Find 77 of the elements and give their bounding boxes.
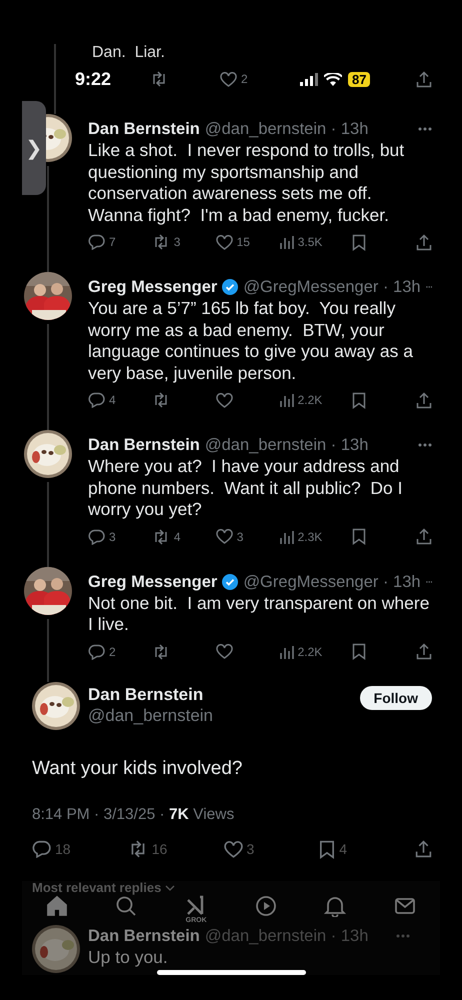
action-count: 2.2K bbox=[298, 644, 322, 658]
author-name[interactable]: Dan Bernstein bbox=[88, 434, 200, 456]
more-icon[interactable] bbox=[418, 127, 432, 131]
bookmark-icon[interactable] bbox=[319, 840, 336, 858]
heart-icon[interactable] bbox=[220, 72, 237, 86]
tweet-text: Up to you. bbox=[88, 946, 168, 968]
tweet-text: Like a shot. I never respond to trolls, but questioning my sportsmanship and conservation awareness sets me off. Wanna fight? I'm a bad enemy, fucker. bbox=[88, 140, 406, 226]
share-icon[interactable] bbox=[415, 840, 432, 858]
action-count: 2.3K bbox=[298, 530, 322, 544]
action-count: 2.2K bbox=[298, 393, 322, 407]
more-icon[interactable] bbox=[426, 580, 432, 584]
reply-icon[interactable] bbox=[88, 528, 105, 544]
notifications-tab[interactable] bbox=[324, 894, 346, 916]
reply-icon[interactable] bbox=[88, 234, 105, 250]
more-icon[interactable] bbox=[426, 285, 432, 289]
action-count: 3 bbox=[236, 530, 244, 544]
signal-icon bbox=[300, 72, 318, 86]
action-count: 3 bbox=[174, 235, 180, 249]
action-count: 2 bbox=[109, 644, 116, 658]
bar-chart-icon[interactable] bbox=[280, 530, 294, 544]
heart-icon[interactable] bbox=[216, 529, 233, 544]
reply-icon[interactable] bbox=[88, 392, 105, 408]
action-count: 3.5K bbox=[298, 235, 322, 249]
action-count: 7 bbox=[109, 235, 116, 249]
clock-time: 9:22 bbox=[75, 68, 112, 90]
bookmark-icon[interactable] bbox=[352, 528, 366, 545]
bar-chart-icon[interactable] bbox=[280, 235, 294, 249]
heart-icon[interactable] bbox=[216, 392, 233, 408]
bookmark-icon[interactable] bbox=[352, 643, 366, 660]
action-count: 18 bbox=[55, 841, 71, 857]
follow-button[interactable]: Follow bbox=[360, 686, 432, 710]
action-count: 16 bbox=[152, 841, 168, 857]
tweet-text: Not one bit. I am very transparent on where I live. bbox=[88, 592, 430, 636]
reply-icon[interactable] bbox=[88, 644, 105, 660]
author-name[interactable]: Dan Bernstein bbox=[88, 118, 200, 140]
author-name[interactable]: Greg Messenger bbox=[88, 570, 218, 592]
chevron-down-icon[interactable] bbox=[165, 884, 176, 890]
heart-icon[interactable] bbox=[224, 840, 242, 858]
share-icon[interactable] bbox=[416, 70, 432, 88]
action-count: 15 bbox=[236, 235, 250, 249]
action-count: 4 bbox=[174, 530, 181, 544]
share-icon[interactable] bbox=[416, 234, 432, 250]
bookmark-icon[interactable] bbox=[352, 234, 366, 250]
share-icon[interactable] bbox=[416, 528, 432, 545]
action-count: 3 bbox=[109, 530, 116, 544]
handle-and-time[interactable]: @dan_bernstein · 13h bbox=[204, 434, 368, 456]
action-count: 4 bbox=[109, 393, 116, 407]
bookmark-icon[interactable] bbox=[352, 392, 366, 408]
post-meta: 8:14 PM · 3/13/25 · 7K Views bbox=[32, 806, 236, 824]
author-handle[interactable]: @dan_bernstein bbox=[88, 706, 352, 726]
handle-and-time[interactable]: @GregMessenger · 13h bbox=[243, 276, 421, 298]
reply-icon[interactable] bbox=[32, 840, 51, 858]
author-name[interactable]: Dan Bernstein bbox=[88, 924, 200, 946]
search-tab[interactable] bbox=[115, 894, 138, 916]
share-icon[interactable] bbox=[416, 392, 432, 408]
battery-level: 87 bbox=[348, 72, 370, 86]
like-count: 2 bbox=[241, 72, 248, 86]
share-icon[interactable] bbox=[416, 643, 432, 660]
author-name[interactable]: Greg Messenger bbox=[88, 276, 218, 298]
side-menu[interactable]: ❯ bbox=[22, 101, 46, 195]
tweet-text: Dan. Liar. bbox=[92, 44, 166, 62]
bar-chart-icon[interactable] bbox=[280, 393, 294, 407]
author-name[interactable]: Dan Bernstein bbox=[88, 685, 352, 705]
more-icon[interactable] bbox=[418, 443, 432, 447]
tweet-text: Where you at? I have your address and phone numbers. Want it all public? Do I worry you yet? bbox=[88, 456, 404, 520]
heart-icon[interactable] bbox=[216, 644, 233, 659]
heart-icon[interactable] bbox=[216, 234, 233, 250]
home-tab[interactable] bbox=[46, 894, 68, 916]
handle-and-time[interactable]: @dan_bernstein · 13h bbox=[204, 118, 368, 140]
video-tab[interactable] bbox=[254, 894, 277, 916]
wifi-icon bbox=[324, 72, 342, 86]
action-count: 4 bbox=[339, 841, 348, 857]
handle-and-time[interactable]: @GregMessenger · 13h bbox=[243, 570, 421, 592]
tweet-text: Want your kids involved? bbox=[32, 758, 244, 780]
bar-chart-icon[interactable] bbox=[280, 644, 294, 658]
tweet-text: You are a 5’7” 165 lb fat boy. You really worry me as a bad enemy. BTW, your language continues to give you away as a very base, juvenile person. bbox=[88, 298, 414, 384]
action-count: 3 bbox=[246, 841, 254, 857]
